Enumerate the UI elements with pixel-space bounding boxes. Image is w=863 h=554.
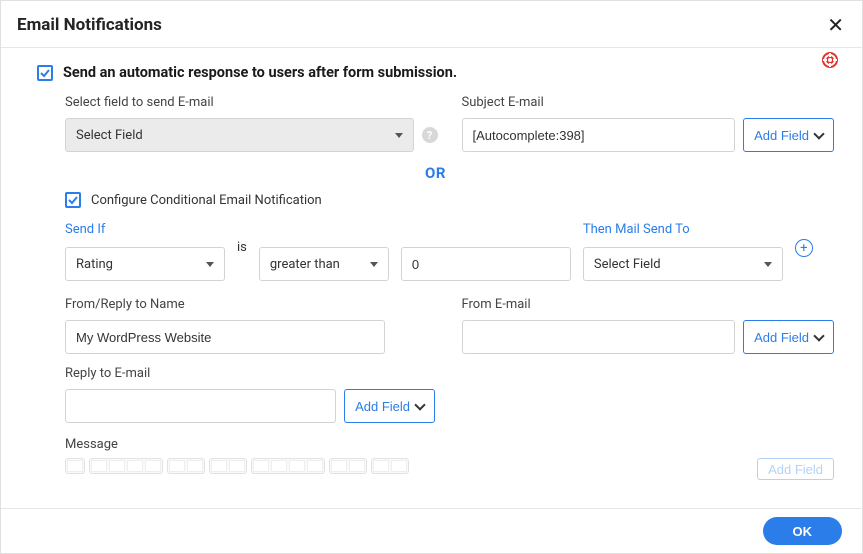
conditional-checkbox[interactable] [65, 192, 81, 208]
from-email-input[interactable] [462, 320, 736, 354]
message-toolbar: Add Field [65, 458, 834, 480]
message-label: Message [65, 437, 834, 452]
subject-label: Subject E-mail [462, 95, 835, 110]
from-email-add-field-button[interactable]: Add Field [743, 320, 834, 354]
ok-button[interactable]: OK [763, 517, 843, 545]
chevron-down-icon [414, 399, 425, 410]
or-divider: OR [37, 164, 834, 182]
close-icon[interactable]: ✕ [825, 13, 846, 37]
ok-label: OK [793, 524, 813, 539]
chevron-down-icon [206, 262, 214, 267]
then-mail-value: Select Field [594, 257, 661, 272]
reply-email-row: Add Field [65, 389, 435, 423]
chevron-down-icon [764, 262, 772, 267]
dialog-header: Email Notifications ✕ [1, 1, 862, 48]
add-field-label: Add Field [754, 330, 809, 345]
message-add-field-button[interactable]: Add Field [757, 458, 834, 480]
then-mail-dropdown[interactable]: Select Field [583, 247, 783, 281]
conditional-label: Configure Conditional Email Notification [91, 193, 322, 208]
condition-builder-row: Send If Rating is greater than Then Mail… [65, 222, 834, 281]
reply-email-label: Reply to E-mail [65, 366, 834, 381]
dialog-title: Email Notifications [17, 15, 162, 35]
condition-field-value: Rating [76, 257, 113, 272]
dialog-body: Send an automatic response to users afte… [1, 48, 862, 508]
row-from: From/Reply to Name From E-mail Add Field [65, 297, 834, 354]
chevron-down-icon [813, 330, 824, 341]
then-mail-label: Then Mail Send To [583, 222, 783, 237]
dialog-footer: OK [1, 508, 862, 553]
reply-email-add-field-button[interactable]: Add Field [344, 389, 435, 423]
subject-add-field-button[interactable]: Add Field [743, 118, 834, 152]
chevron-down-icon [395, 133, 403, 138]
subject-input[interactable] [462, 118, 736, 152]
chevron-down-icon [370, 262, 378, 267]
is-label: is [237, 240, 247, 255]
enable-autoresponse-label: Send an automatic response to users afte… [63, 64, 457, 81]
row-select-subject: Select field to send E-mail Select Field… [65, 95, 834, 152]
help-icon[interactable]: ? [422, 127, 438, 143]
condition-field-dropdown[interactable]: Rating [65, 247, 225, 281]
reply-email-input[interactable] [65, 389, 336, 423]
help-lifering-icon[interactable] [822, 52, 838, 68]
send-if-label: Send If [65, 222, 225, 237]
from-email-label: From E-mail [462, 297, 835, 312]
select-field-dropdown[interactable]: Select Field [65, 118, 414, 152]
condition-value-input[interactable] [401, 247, 571, 281]
add-field-label: Add Field [355, 399, 410, 414]
condition-operator-value: greater than [270, 257, 340, 272]
select-field-value: Select Field [76, 128, 143, 143]
condition-operator-dropdown[interactable]: greater than [259, 247, 389, 281]
email-notifications-dialog: Email Notifications ✕ Send an automatic … [0, 0, 863, 554]
add-field-label: Add Field [768, 462, 823, 477]
from-name-label: From/Reply to Name [65, 297, 438, 312]
from-name-input[interactable] [65, 320, 385, 354]
add-field-label: Add Field [754, 128, 809, 143]
add-condition-button[interactable]: + [795, 239, 813, 257]
enable-autoresponse-row: Send an automatic response to users afte… [37, 64, 834, 81]
conditional-row: Configure Conditional Email Notification [65, 192, 834, 208]
select-field-label: Select field to send E-mail [65, 95, 438, 110]
chevron-down-icon [813, 128, 824, 139]
enable-autoresponse-checkbox[interactable] [37, 65, 53, 81]
